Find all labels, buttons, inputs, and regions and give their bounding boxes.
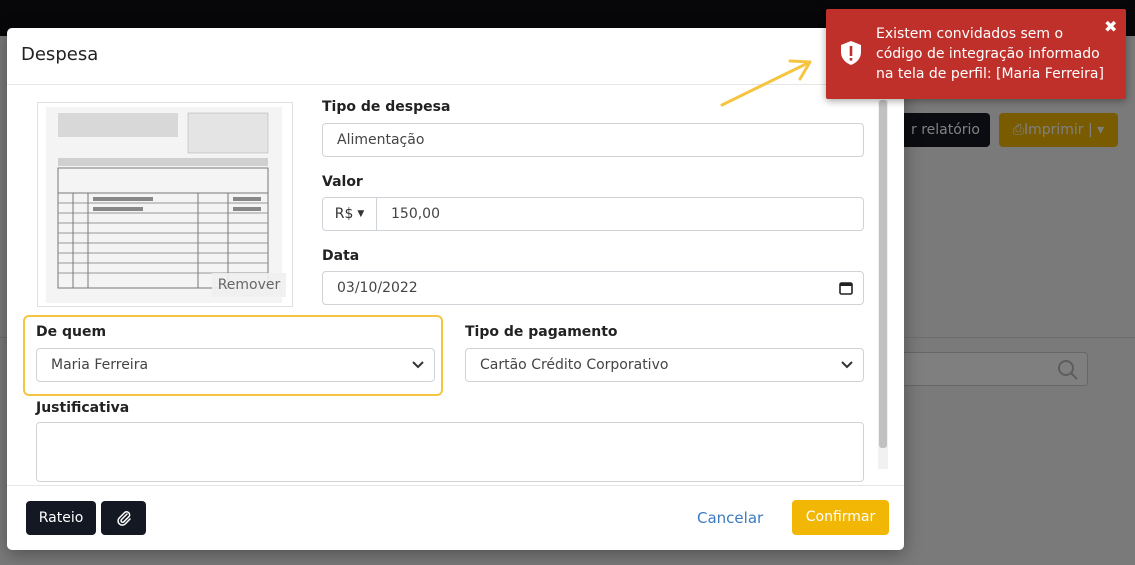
date-label: Data bbox=[322, 248, 360, 264]
date-input[interactable]: 03/10/2022 bbox=[322, 271, 864, 305]
expense-type-input[interactable]: Alimentação bbox=[322, 123, 864, 157]
chevron-down-icon bbox=[841, 361, 853, 369]
calendar-icon[interactable] bbox=[839, 281, 853, 295]
shield-alert-icon bbox=[841, 41, 861, 65]
paperclip-icon bbox=[116, 511, 131, 526]
close-icon[interactable]: ✖ bbox=[1104, 17, 1117, 36]
modal-title: Despesa bbox=[21, 44, 99, 65]
expense-type-value: Alimentação bbox=[337, 132, 425, 148]
de-quem-select[interactable]: Maria Ferreira bbox=[36, 348, 435, 382]
value-label: Valor bbox=[322, 174, 363, 190]
confirm-button[interactable]: Confirmar bbox=[792, 500, 889, 535]
modal-scrollbar-thumb[interactable] bbox=[879, 100, 887, 448]
error-toast: Existem convidados sem o código de integ… bbox=[826, 9, 1126, 99]
de-quem-label: De quem bbox=[36, 324, 107, 340]
caret-down-icon: ▼ bbox=[357, 209, 365, 219]
de-quem-value: Maria Ferreira bbox=[51, 357, 149, 373]
payment-type-select[interactable]: Cartão Crédito Corporativo bbox=[465, 348, 864, 382]
payment-type-value: Cartão Crédito Corporativo bbox=[480, 357, 669, 373]
justification-label: Justificativa bbox=[36, 400, 130, 416]
attach-button[interactable] bbox=[101, 501, 146, 535]
currency-value: R$ bbox=[334, 206, 354, 222]
chevron-down-icon bbox=[412, 361, 424, 369]
expense-type-label: Tipo de despesa bbox=[322, 99, 451, 115]
remove-receipt-button[interactable]: Remover bbox=[212, 273, 286, 297]
cancel-button[interactable]: Cancelar bbox=[697, 509, 763, 527]
date-value: 03/10/2022 bbox=[337, 280, 418, 296]
toast-message: Existem convidados sem o código de integ… bbox=[876, 26, 1104, 82]
annotation-arrow bbox=[720, 59, 812, 107]
currency-dropdown[interactable]: R$ ▼ bbox=[322, 197, 377, 231]
value-amount: 150,00 bbox=[391, 206, 440, 222]
justification-textarea[interactable] bbox=[36, 422, 864, 482]
value-input[interactable]: 150,00 bbox=[376, 197, 864, 231]
payment-type-label: Tipo de pagamento bbox=[465, 324, 618, 340]
rateio-button[interactable]: Rateio bbox=[26, 501, 96, 535]
